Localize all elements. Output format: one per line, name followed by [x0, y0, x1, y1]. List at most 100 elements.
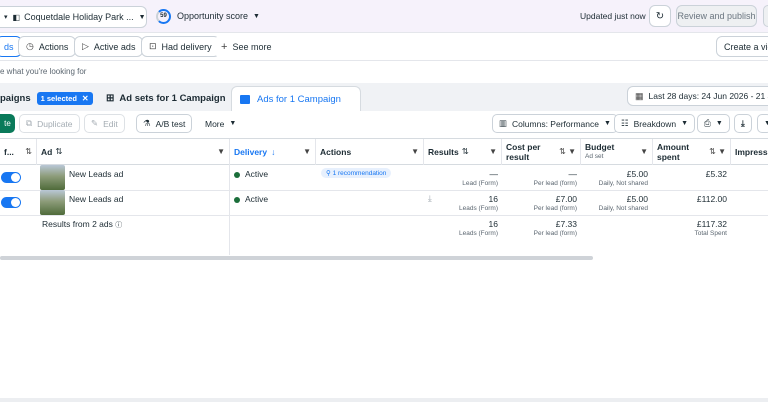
header-budget-label: Budget — [585, 141, 615, 152]
chevron-down-icon: ▼ — [217, 147, 225, 156]
review-publish-label: Review and publish — [677, 11, 756, 21]
review-publish-button[interactable]: Review and publish — [676, 5, 757, 27]
header-spent-label-1: Amount — [657, 141, 690, 152]
delivery-status: Active — [234, 194, 268, 204]
reports-dropdown[interactable]: ⎙ ▼ — [697, 114, 730, 133]
more-button[interactable] — [763, 5, 768, 27]
table-row[interactable]: New Leads ad Active ⚲ 1 recommendation —… — [0, 165, 768, 190]
summary-results: 16 — [488, 219, 498, 229]
header-actions[interactable]: Actions ▼ — [316, 139, 423, 165]
header-ad-label: Ad — [41, 146, 53, 157]
budget-value: £5.00 — [626, 169, 648, 179]
tab-adsets[interactable]: ⊞ Ad sets for 1 Campaign — [106, 86, 226, 111]
breakdown-label: Breakdown — [633, 118, 677, 129]
ad-account-icon: ◧ — [12, 12, 21, 22]
chevron-down-icon: ▼ — [603, 120, 611, 127]
grid-icon: ⊞ — [106, 93, 115, 104]
search-field[interactable]: e what you're looking for — [0, 62, 768, 82]
active-ads-filter-button[interactable]: ▷ Active ads — [74, 36, 144, 57]
filter-bar: ds ◷ Actions ▷ Active ads ⊡ Had delivery… — [0, 33, 768, 61]
summary-spent-sub: Total Spent — [694, 230, 727, 237]
edit-button[interactable]: ✎ Edit — [84, 114, 125, 133]
date-range-label: Last 28 days: 24 Jun 2026 - 21 Jul 2 — [648, 91, 768, 101]
summary-cost-sub: Per lead (form) — [533, 230, 577, 237]
tab-adsets-label: Ad sets for 1 Campaign — [119, 93, 226, 104]
header-ad[interactable]: Ad ⇅ ▼ — [37, 139, 229, 165]
create-button[interactable]: te — [0, 114, 15, 133]
cost-sub: Per lead (form) — [533, 205, 577, 212]
header-cost-label-2: result — [506, 151, 530, 162]
ad-name[interactable]: New Leads ad — [69, 194, 123, 204]
active-status-dot — [234, 196, 240, 203]
header-results-label: Results — [428, 146, 459, 157]
header-amount-spent[interactable]: Amount spent ⇅ ▼ — [653, 139, 730, 165]
ad-toggle[interactable] — [1, 172, 21, 183]
columns-icon: ▥ — [499, 118, 508, 128]
more-label: More — [205, 118, 225, 129]
date-range-picker[interactable]: ▦ Last 28 days: 24 Jun 2026 - 21 Jul 2 — [627, 86, 768, 106]
account-selector[interactable]: ▾ ◧ Coquetdale Holiday Park ... ▼ — [0, 6, 147, 28]
info-icon[interactable]: ⓘ — [115, 222, 122, 229]
header-offon[interactable]: f... ⇅ — [0, 139, 36, 165]
chevron-down-icon: ▼ — [229, 120, 237, 127]
ab-test-button[interactable]: ⚗ A/B test — [136, 114, 193, 133]
chevron-down-icon: ▼ — [138, 13, 146, 21]
pencil-icon: ✎ — [91, 118, 99, 128]
header-results[interactable]: Results ⇅ ▼ — [424, 139, 501, 165]
ad-name[interactable]: New Leads ad — [69, 169, 123, 179]
search-placeholder: e what you're looking for — [0, 67, 87, 76]
tab-campaigns-label: paigns — [0, 93, 31, 104]
duplicate-button[interactable]: ⧉ Duplicate — [19, 114, 80, 133]
close-icon[interactable]: ✕ — [82, 94, 89, 103]
budget-value: £5.00 — [626, 194, 648, 204]
recommendation-label: 1 recommendation — [332, 170, 387, 177]
create-view-button[interactable]: Create a view — [716, 36, 768, 57]
chevron-down-icon: ▼ — [489, 147, 497, 156]
budget-sub: Daily, Not shared — [598, 205, 648, 212]
active-ads-label: Active ads — [93, 41, 136, 52]
header-impressions[interactable]: Impressio — [731, 139, 768, 165]
breakdown-dropdown[interactable]: ☷ Breakdown ▼ — [614, 114, 696, 133]
ads-filter-label: ds — [4, 41, 14, 52]
recommendation-badge[interactable]: ⚲ 1 recommendation — [321, 168, 392, 178]
header-cost-per-result[interactable]: Cost per result ⇅ ▼ — [502, 139, 580, 165]
table-row[interactable]: New Leads ad Active ⤓ 16 Leads (Form) £7… — [0, 190, 768, 215]
duplicate-icon: ⧉ — [26, 118, 33, 128]
had-delivery-label: Had delivery — [161, 41, 212, 52]
selected-badge[interactable]: 1 selected ✕ — [36, 92, 93, 105]
ad-toggle[interactable] — [1, 197, 21, 208]
chevron-down-icon: ▼ — [303, 147, 311, 156]
download-icon[interactable]: ⤓ — [428, 193, 432, 204]
chevron-down-icon: ▼ — [411, 147, 419, 156]
tab-ads[interactable]: Ads for 1 Campaign — [231, 86, 361, 111]
delivery-status-label: Active — [245, 169, 269, 179]
tab-campaigns[interactable]: paigns 1 selected ✕ — [0, 86, 93, 111]
edit-label: Edit — [103, 118, 118, 129]
inbox-icon: ⊡ — [149, 41, 157, 51]
opportunity-score-button[interactable]: 59 Opportunity score ▼ — [156, 5, 260, 27]
actions-filter-button[interactable]: ◷ Actions — [18, 36, 77, 57]
horizontal-scrollbar[interactable] — [0, 256, 593, 260]
summary-label: Results from 2 ads ⓘ — [42, 219, 123, 229]
export-menu-button[interactable]: ▼ — [757, 114, 768, 133]
chevron-down-icon: ▼ — [715, 120, 723, 127]
top-bar: ▾ ◧ Coquetdale Holiday Park ... ▼ 59 Opp… — [0, 0, 768, 33]
duplicate-label: Duplicate — [37, 118, 73, 129]
export-button[interactable]: ⤓ — [734, 114, 752, 133]
summary-results-sub: Leads (Form) — [458, 230, 498, 237]
see-more-button[interactable]: + See more — [214, 36, 279, 57]
header-budget[interactable]: Budget Ad set ▼ — [581, 139, 652, 165]
play-icon: ▷ — [82, 41, 89, 51]
results-sub: Lead (Form) — [462, 180, 498, 187]
delivery-status-label: Active — [245, 194, 269, 204]
results-value: — — [489, 169, 499, 179]
sort-icon: ⇅ — [461, 146, 469, 156]
more-dropdown[interactable]: More ▼ — [199, 114, 243, 133]
header-delivery[interactable]: Delivery ↓ ▼ — [230, 139, 315, 165]
chevron-down-icon: ▼ — [764, 120, 768, 127]
lightbulb-icon: ⚲ — [326, 170, 331, 177]
had-delivery-filter-button[interactable]: ⊡ Had delivery — [141, 36, 220, 57]
chevron-down-icon: ▼ — [253, 12, 260, 20]
columns-dropdown[interactable]: ▥ Columns: Performance ▼ — [492, 114, 618, 133]
refresh-button[interactable]: ↻ — [649, 5, 671, 27]
